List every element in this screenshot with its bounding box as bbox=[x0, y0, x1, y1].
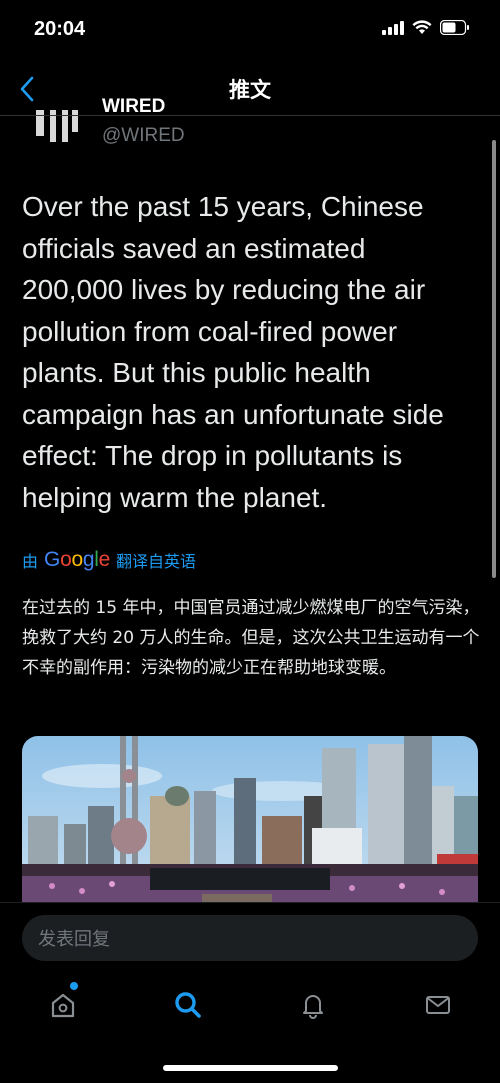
home-notification-dot bbox=[70, 982, 78, 990]
messages-icon bbox=[426, 996, 450, 1014]
google-logo: Google bbox=[44, 548, 110, 571]
status-icons bbox=[382, 20, 470, 35]
scrollbar[interactable] bbox=[492, 140, 496, 578]
wired-logo-avatar[interactable] bbox=[36, 108, 78, 146]
translated-text: 在过去的 15 年中，中国官员通过减少燃煤电厂的空气污染，挽救了大约 20 万人… bbox=[22, 598, 480, 678]
home-indicator bbox=[163, 1065, 338, 1071]
page-title: 推文 bbox=[229, 78, 271, 102]
tab-home[interactable] bbox=[43, 985, 83, 1025]
notifications-icon bbox=[303, 995, 323, 1019]
wifi-icon bbox=[412, 20, 432, 34]
author-name[interactable]: WIRED bbox=[102, 96, 165, 114]
home-icon bbox=[51, 993, 75, 1018]
tab-notifications[interactable] bbox=[293, 985, 333, 1025]
translated-prefix: 由 bbox=[22, 552, 39, 571]
reply-placeholder: 发表回复 bbox=[38, 929, 110, 950]
author-handle[interactable]: @WIRED bbox=[102, 125, 185, 147]
tweet-text: Over the past 15 years, Chinese official… bbox=[22, 191, 444, 513]
reply-input[interactable]: 发表回复 bbox=[22, 915, 478, 961]
battery-icon bbox=[440, 20, 469, 35]
translated-by-label[interactable]: 由 Google 翻译自英语 bbox=[22, 548, 196, 572]
status-time: 20:04 bbox=[34, 18, 86, 40]
tweet-image[interactable] bbox=[22, 736, 478, 908]
tab-search[interactable] bbox=[168, 985, 208, 1025]
translated-suffix: 翻译自英语 bbox=[116, 552, 197, 571]
nav-divider bbox=[0, 115, 500, 116]
tab-messages[interactable] bbox=[418, 985, 458, 1025]
signal-icon bbox=[382, 20, 404, 35]
search-icon bbox=[175, 992, 201, 1018]
